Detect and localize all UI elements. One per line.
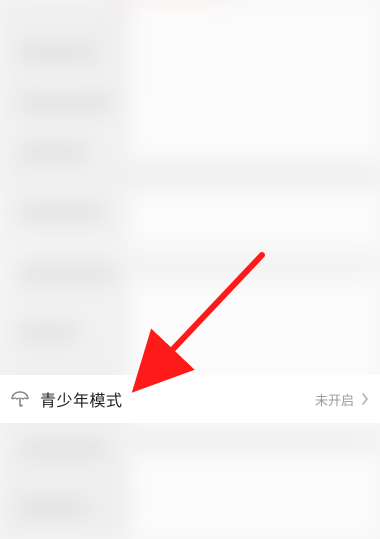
blurred-line bbox=[18, 500, 88, 516]
blurred-line bbox=[18, 145, 88, 161]
blurred-line bbox=[18, 265, 118, 281]
teen-mode-status-group: 未开启 bbox=[315, 390, 370, 409]
blurred-line bbox=[18, 440, 108, 456]
teen-mode-row[interactable]: 青少年模式 未开启 bbox=[0, 375, 380, 423]
blurred-line bbox=[18, 95, 113, 111]
teen-mode-status: 未开启 bbox=[314, 393, 354, 409]
chevron-right-icon bbox=[360, 392, 370, 406]
blurred-background bbox=[0, 0, 380, 539]
blurred-line bbox=[18, 205, 106, 221]
blurred-band bbox=[0, 160, 380, 190]
teen-mode-label: 青少年模式 bbox=[40, 391, 123, 410]
umbrella-icon bbox=[10, 389, 30, 409]
blurred-line bbox=[18, 325, 78, 341]
blurred-line bbox=[18, 45, 98, 61]
